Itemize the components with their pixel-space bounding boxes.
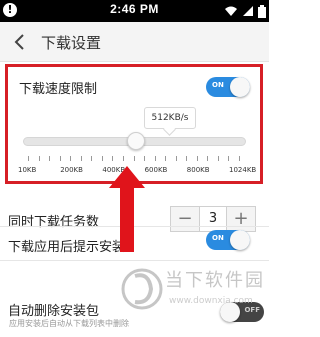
speed-value-bubble: 512KB/s: [144, 107, 196, 129]
watermark-url: www.downxia.com: [169, 296, 253, 306]
wifi-icon: [225, 6, 237, 16]
watermark-text: 当下软件园: [165, 270, 265, 291]
slider-tick: [28, 156, 29, 161]
notify-install-toggle-label: ON: [212, 234, 224, 242]
slider-tick-label: 1024KB: [229, 166, 257, 174]
slider-tick-label: 800KB: [186, 166, 210, 174]
slider-tick: [154, 156, 156, 161]
page-title: 下载设置: [41, 34, 102, 52]
toggle-knob: [230, 230, 250, 250]
slider-tick: [49, 156, 51, 161]
decrement-button[interactable]: −: [171, 207, 199, 231]
title-bar: 下载设置: [0, 22, 269, 62]
slider-tick: [122, 156, 124, 161]
slider-tick: [80, 156, 82, 161]
auto-delete-label: 自动删除安装包: [8, 304, 100, 319]
watermark-logo-icon: [121, 268, 163, 310]
speed-limit-toggle[interactable]: ON: [206, 77, 250, 97]
divider: [0, 260, 269, 261]
auto-delete-sublabel: 应用安装后自动从下载列表中删除: [9, 319, 129, 328]
concurrent-tasks-value[interactable]: 3: [199, 207, 227, 231]
slider-tick: [112, 156, 114, 161]
slider-tick: [70, 156, 72, 161]
slider-tick: [38, 156, 40, 161]
status-icons: [224, 4, 266, 18]
slider-tick-label: 600KB: [144, 166, 168, 174]
slider-tick: [144, 156, 146, 161]
concurrent-tasks-label: 同时下载任务数: [8, 215, 100, 230]
concurrent-tasks-stepper: − 3 +: [170, 206, 256, 232]
slider-tick: [101, 156, 103, 161]
battery-icon: [258, 4, 266, 18]
speed-slider-thumb[interactable]: [127, 132, 146, 150]
toggle-knob: [230, 77, 250, 97]
slider-tick-label: 10KB: [18, 166, 37, 174]
slider-tick: [165, 156, 167, 161]
slider-tick: [133, 156, 135, 161]
slider-tick: [196, 156, 198, 161]
slider-tick: [91, 156, 93, 161]
slider-tick: [186, 156, 188, 161]
notify-install-toggle[interactable]: ON: [206, 230, 250, 250]
slider-tick-label: 200KB: [60, 166, 83, 174]
chevron-left-icon[interactable]: [12, 32, 28, 52]
speed-slider-ticks: [28, 156, 240, 162]
signal-icon: [243, 6, 253, 16]
slider-tick: [239, 156, 240, 161]
increment-button[interactable]: +: [227, 207, 255, 231]
slider-tick: [175, 156, 177, 161]
speed-limit-label: 下载速度限制: [19, 82, 98, 97]
watermark: 当下软件园 www.downxia.com: [119, 262, 267, 322]
slider-tick: [217, 156, 219, 161]
status-bar: ! 2:46 PM: [0, 0, 269, 22]
slider-tick: [228, 156, 230, 161]
slider-tick: [59, 156, 61, 161]
slider-tick: [207, 156, 209, 161]
annotation-arrow-icon: [109, 166, 145, 252]
speed-limit-toggle-label: ON: [212, 81, 224, 89]
